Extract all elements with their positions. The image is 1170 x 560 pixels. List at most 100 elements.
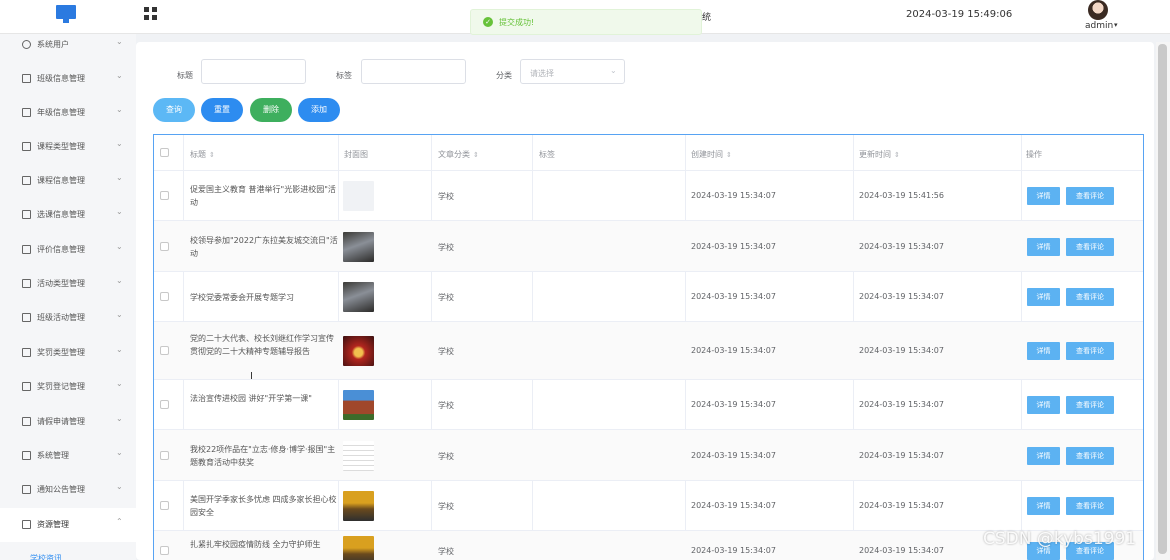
sort-icon[interactable]: ⇕: [726, 151, 732, 159]
user-avatar[interactable]: [1088, 0, 1108, 20]
menu-icon: [22, 485, 31, 494]
sidebar-item[interactable]: 评价信息管理 ⌄: [0, 233, 136, 267]
sidebar-item[interactable]: 资源管理 ⌃: [0, 508, 136, 542]
view-comments-button[interactable]: 查看评论: [1066, 342, 1114, 360]
sidebar-item[interactable]: 系统管理 ⌄: [0, 439, 136, 473]
apps-grid-icon[interactable]: [144, 7, 157, 20]
reset-button[interactable]: 重置: [201, 98, 243, 122]
text-cursor-icon: I: [250, 371, 253, 382]
sidebar-item[interactable]: 选课信息管理 ⌄: [0, 198, 136, 232]
table-header: 标题 ⇕ 封面图 文章分类 ⇕ 标签 创建时间 ⇕ 更新时间 ⇕ 操作: [154, 135, 1143, 171]
user-menu-caret-icon[interactable]: ▾: [1114, 21, 1118, 29]
column-header-label: 标题: [190, 150, 206, 159]
detail-button[interactable]: 详情: [1027, 396, 1060, 414]
toast-message: 提交成功!: [499, 18, 535, 27]
sidebar-item-label: 选课信息管理: [37, 210, 85, 219]
user-menu-name[interactable]: admin: [1085, 21, 1113, 31]
select-all-checkbox[interactable]: [160, 148, 169, 157]
detail-button[interactable]: 详情: [1027, 342, 1060, 360]
delete-button[interactable]: 删除: [250, 98, 292, 122]
table-row[interactable]: 校领导参加"2022广东拉美友城交流日"活动 学校 2024-03-19 15:34…: [154, 221, 1143, 272]
column-header[interactable]: 创建时间 ⇕: [691, 149, 732, 160]
sort-icon[interactable]: ⇕: [473, 151, 479, 159]
check-circle-icon: ✓: [483, 17, 493, 27]
view-comments-button[interactable]: 查看评论: [1066, 187, 1114, 205]
query-button[interactable]: 查询: [153, 98, 195, 122]
sidebar-item-label: 系统用户: [37, 40, 69, 49]
sidebar-item[interactable]: 奖罚类型管理 ⌄: [0, 336, 136, 370]
detail-button[interactable]: 详情: [1027, 237, 1060, 256]
page-scrollbar-thumb[interactable]: [1158, 44, 1167, 554]
row-checkbox[interactable]: [160, 501, 169, 510]
title-filter-input[interactable]: [201, 59, 306, 84]
article-category: 学校: [438, 192, 454, 201]
view-comments-button[interactable]: 查看评论: [1066, 396, 1114, 414]
article-category: 学校: [438, 401, 454, 410]
table-row[interactable]: 我校22项作品在"立志·修身·博学·报国"主题教育活动中获奖 学校 2024-03-…: [154, 430, 1143, 481]
column-header[interactable]: 标题 ⇕: [190, 149, 215, 160]
sidebar-subitem-school-news[interactable]: 学校资讯: [0, 550, 136, 560]
sidebar-item-label: 通知公告管理: [37, 485, 85, 494]
updated-time: 2024-03-19 15:34:07: [859, 241, 944, 251]
user-icon: [22, 40, 31, 49]
table-row[interactable]: 美国开学季家长多忧虑 四成多家长担心校园安全 学校 2024-03-19 15:34…: [154, 481, 1143, 531]
chevron-down-icon: ⌄: [116, 71, 123, 80]
row-checkbox[interactable]: [160, 450, 169, 460]
sidebar-item[interactable]: 奖罚登记管理 ⌄: [0, 370, 136, 404]
sidebar-item[interactable]: 系统用户 ⌄: [0, 28, 136, 62]
row-checkbox[interactable]: [160, 546, 169, 555]
detail-button[interactable]: 详情: [1027, 497, 1060, 515]
detail-button[interactable]: 详情: [1027, 187, 1060, 205]
table-row[interactable]: 党的二十大代表、校长刘继红作学习宣传贯彻党的二十大精神专题辅导报告 学校 2024-…: [154, 322, 1143, 380]
tag-filter-input[interactable]: [361, 59, 466, 84]
column-header[interactable]: 文章分类 ⇕: [438, 149, 479, 160]
row-checkbox[interactable]: [160, 400, 169, 409]
sidebar-subitem-label: 学校资讯: [30, 554, 62, 560]
sort-icon[interactable]: ⇕: [894, 151, 900, 159]
article-title: 促爱国主义教育 普港举行"光影进校园"活动: [190, 185, 336, 207]
sidebar-item[interactable]: 通知公告管理 ⌄: [0, 473, 136, 507]
sidebar-item-label: 班级信息管理: [37, 74, 85, 83]
monitor-logo-icon: [56, 5, 76, 23]
sidebar-item[interactable]: 课程类型管理 ⌄: [0, 130, 136, 164]
tag-filter-label: 标签: [336, 71, 352, 80]
view-comments-button[interactable]: 查看评论: [1066, 446, 1114, 465]
sidebar-item[interactable]: 班级信息管理 ⌄: [0, 62, 136, 96]
sort-icon[interactable]: ⇕: [209, 151, 215, 159]
detail-button[interactable]: 详情: [1027, 288, 1060, 306]
table-row[interactable]: 法治宣传进校园 讲好"开学第一课" 学校 2024-03-19 15:34:07 20…: [154, 380, 1143, 430]
row-checkbox[interactable]: [160, 191, 169, 200]
title-filter-label: 标题: [177, 71, 193, 80]
view-comments-button[interactable]: 查看评论: [1066, 237, 1114, 256]
category-select[interactable]: 请选择 ⌄: [520, 59, 625, 84]
sidebar-item[interactable]: 请假申请管理 ⌄: [0, 405, 136, 439]
article-category: 学校: [438, 547, 454, 556]
article-title: 学校党委常委会开展专题学习: [190, 292, 294, 302]
sidebar-item[interactable]: 年级信息管理 ⌄: [0, 96, 136, 130]
sidebar-item[interactable]: 活动类型管理 ⌄: [0, 267, 136, 301]
view-comments-button[interactable]: 查看评论: [1066, 288, 1114, 306]
sidebar-item[interactable]: 课程信息管理 ⌄: [0, 164, 136, 198]
article-title: 法治宣传进校园 讲好"开学第一课": [190, 394, 312, 403]
column-header[interactable]: 更新时间 ⇕: [859, 149, 900, 160]
column-header: 操作: [1026, 149, 1042, 160]
sidebar-item-label: 请假申请管理: [37, 417, 85, 426]
article-category: 学校: [438, 242, 454, 252]
row-checkbox[interactable]: [160, 346, 169, 355]
chevron-down-icon: ⌄: [116, 310, 123, 319]
row-checkbox[interactable]: [160, 241, 169, 251]
table-row[interactable]: 促爱国主义教育 普港举行"光影进校园"活动 学校 2024-03-19 15:34:…: [154, 171, 1143, 221]
menu-icon: [22, 245, 31, 254]
cover-image: [343, 181, 374, 211]
table-row[interactable]: 学校党委常委会开展专题学习 学校 2024-03-19 15:34:07 2024-0…: [154, 272, 1143, 322]
column-header-label: 更新时间: [859, 150, 891, 159]
menu-icon: [22, 74, 31, 83]
sidebar-item[interactable]: 班级活动管理 ⌄: [0, 301, 136, 335]
watermark: CSDN @kybs1991: [983, 529, 1137, 549]
add-button[interactable]: 添加: [298, 98, 340, 122]
article-category: 学校: [438, 502, 454, 511]
view-comments-button[interactable]: 查看评论: [1066, 497, 1114, 515]
detail-button[interactable]: 详情: [1027, 446, 1060, 465]
created-time: 2024-03-19 15:34:07: [691, 346, 776, 355]
row-checkbox[interactable]: [160, 292, 169, 301]
